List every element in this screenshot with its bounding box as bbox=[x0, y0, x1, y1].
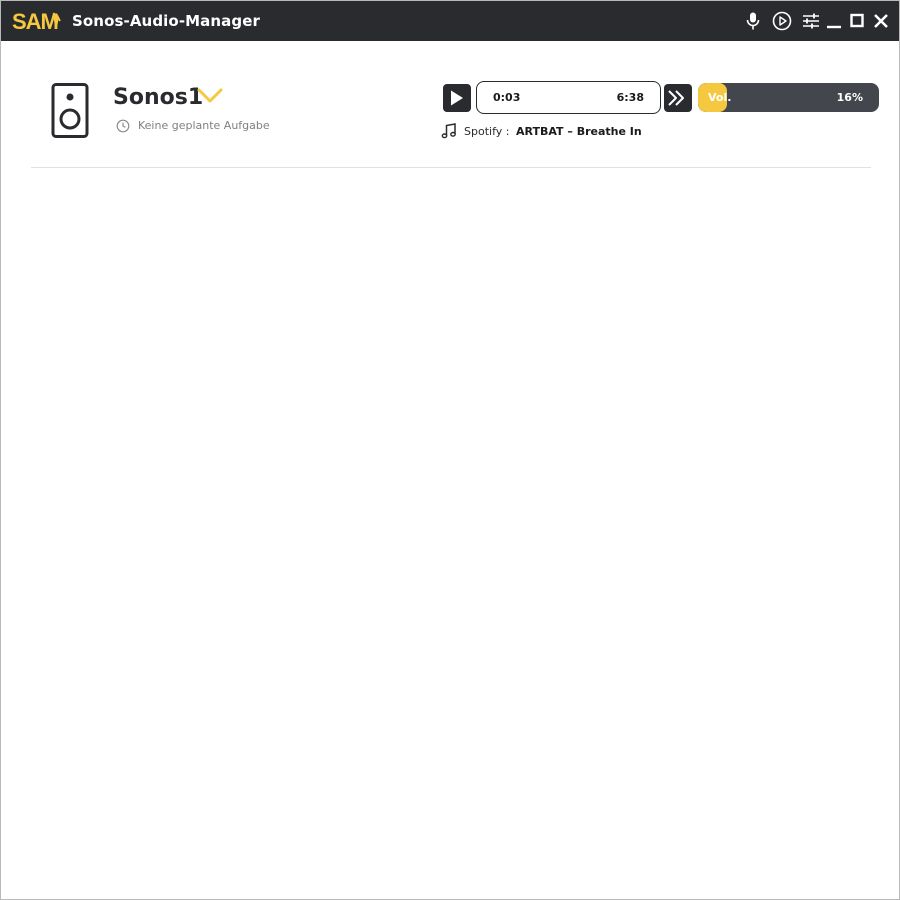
volume-slider[interactable]: Vol. 16% bbox=[698, 83, 879, 112]
svg-text:SAM: SAM bbox=[12, 9, 58, 34]
device-name[interactable]: Sonos1 bbox=[113, 85, 203, 110]
next-button[interactable] bbox=[664, 84, 692, 112]
app-title: Sonos-Audio-Manager bbox=[72, 12, 261, 30]
fast-forward-icon bbox=[668, 90, 684, 106]
elapsed-time: 0:03 bbox=[493, 91, 521, 104]
track-duration: 6:38 bbox=[616, 91, 644, 104]
clock-icon bbox=[116, 119, 130, 133]
divider bbox=[31, 167, 871, 168]
track-title: ARTBAT – Breathe In bbox=[516, 125, 642, 138]
title-bar[interactable]: SAM Sonos-Audio-Manager bbox=[1, 1, 899, 41]
sliders-icon[interactable] bbox=[801, 11, 821, 31]
music-note-icon bbox=[441, 123, 456, 139]
volume-value: 16% bbox=[836, 91, 863, 104]
source-label: Spotify : bbox=[464, 125, 510, 138]
play-icon bbox=[451, 90, 463, 106]
play-circle-icon[interactable] bbox=[772, 11, 792, 31]
chevron-down-icon[interactable] bbox=[197, 87, 223, 105]
minimize-icon[interactable] bbox=[824, 11, 844, 31]
app-window: SAM Sonos-Audio-Manager Sonos1 Keine gep… bbox=[0, 0, 900, 900]
schedule-status: Keine geplante Aufgabe bbox=[138, 119, 270, 132]
sam-logo: SAM bbox=[12, 9, 61, 34]
speaker-icon bbox=[51, 83, 89, 138]
maximize-icon[interactable] bbox=[847, 11, 867, 31]
track-progress[interactable]: 0:03 6:38 bbox=[476, 81, 661, 114]
volume-label: Vol. bbox=[708, 91, 732, 104]
microphone-icon[interactable] bbox=[743, 11, 763, 31]
close-icon[interactable] bbox=[871, 11, 891, 31]
play-button[interactable] bbox=[443, 84, 471, 112]
